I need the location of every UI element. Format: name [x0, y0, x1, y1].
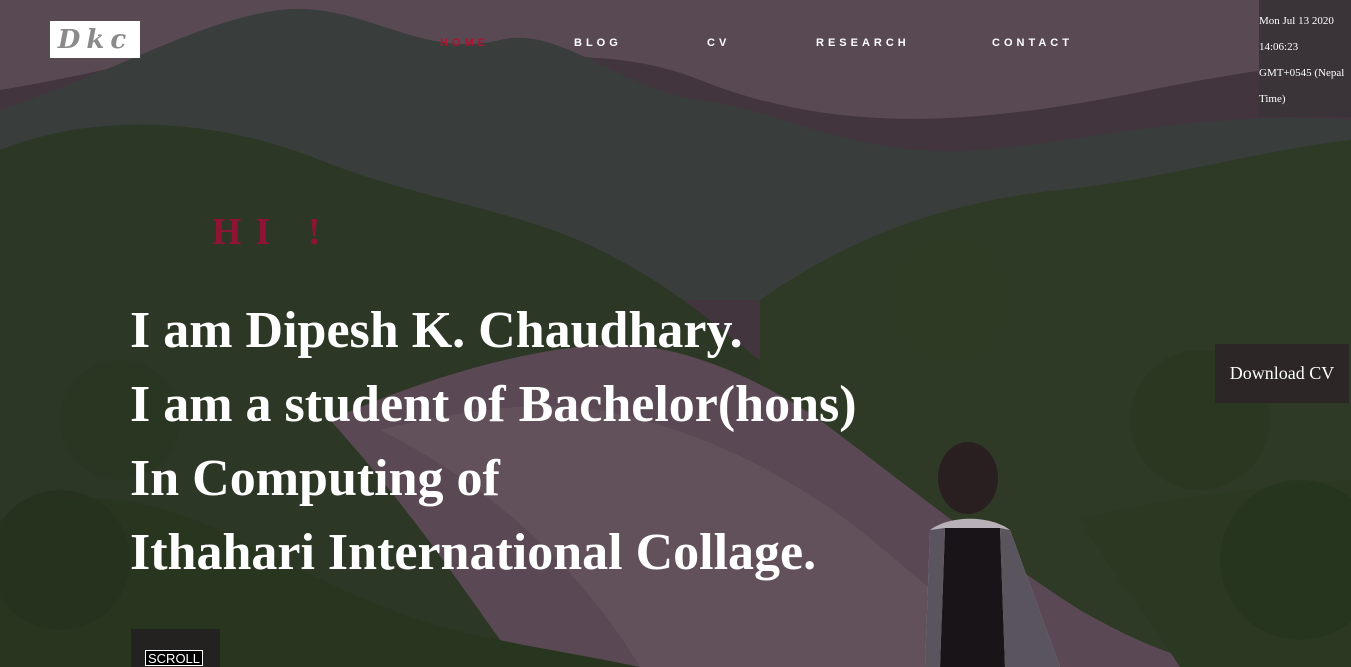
nav-item-home[interactable]: HOME	[440, 37, 489, 49]
nav-item-blog[interactable]: BLOG	[574, 37, 622, 49]
hero-section: Dkc HOME BLOG CV RESEARCH CONTACT Mon Ju…	[0, 0, 1351, 667]
intro-line: I am a student of Bachelor(hons)	[130, 376, 857, 433]
clock-timezone-name: Time)	[1259, 93, 1286, 105]
nav-item-cv[interactable]: CV	[707, 37, 730, 49]
intro-text: I am Dipesh K. Chaudhary. I am a student…	[130, 294, 1030, 590]
download-cv-button[interactable]: Download CV	[1215, 344, 1349, 403]
clock-time: 14:06:23	[1259, 41, 1299, 53]
scroll-button[interactable]: SCROLL	[145, 650, 204, 666]
main-nav: HOME BLOG CV RESEARCH CONTACT	[0, 37, 1351, 51]
date-time-display: Mon Jul 13 2020 14:06:23 GMT+0545 (Nepal…	[1259, 0, 1351, 117]
greeting-heading: HI !	[212, 211, 335, 253]
nav-item-research[interactable]: RESEARCH	[816, 37, 910, 49]
intro-line: In Computing of	[130, 450, 500, 507]
scroll-container: SCROLL	[131, 629, 220, 667]
clock-date: Mon Jul 13 2020	[1259, 15, 1334, 27]
intro-line: Ithahari International Collage.	[130, 524, 817, 581]
clock-timezone: GMT+0545 (Nepal	[1259, 67, 1345, 79]
nav-item-contact[interactable]: CONTACT	[992, 37, 1073, 49]
intro-line: I am Dipesh K. Chaudhary.	[130, 302, 743, 359]
